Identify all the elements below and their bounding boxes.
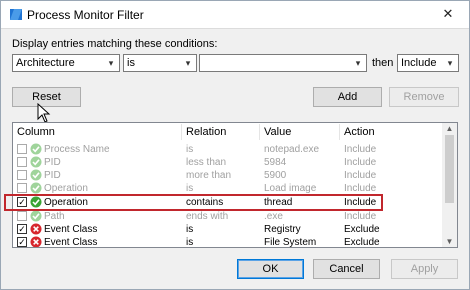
list-header: Column Relation Value Action (13, 123, 443, 141)
row-column: Path (44, 211, 65, 222)
row-relation: is (186, 224, 194, 235)
row-action: Exclude (344, 224, 380, 235)
row-checkbox-checked[interactable]: ✓ (17, 197, 27, 207)
row-value: .exe (264, 211, 283, 222)
column-dropdown[interactable]: Architecture ▾ (12, 54, 120, 72)
row-column: Operation (44, 183, 88, 194)
header-action[interactable]: Action (344, 126, 375, 138)
row-relation: more than (186, 170, 232, 181)
title-bar: Process Monitor Filter ✕ (1, 1, 469, 29)
row-action: Include (344, 183, 377, 194)
row-column: PID (44, 157, 61, 168)
action-dropdown-value: Include (401, 57, 437, 69)
row-value: File System (264, 237, 317, 248)
row-value: thread (264, 197, 293, 208)
row-checkbox-checked[interactable]: ✓ (17, 224, 27, 234)
chevron-down-icon: ▾ (355, 58, 361, 68)
row-value: Registry (264, 224, 301, 235)
table-row[interactable]: PID more than 5900 Include (13, 169, 443, 182)
add-button[interactable]: Add (313, 87, 382, 107)
row-checkbox[interactable] (17, 170, 27, 180)
chevron-down-icon: ▾ (108, 58, 114, 68)
cross-icon (30, 223, 42, 235)
table-row[interactable]: Operation is Load image Include (13, 182, 443, 195)
check-icon (30, 182, 42, 194)
row-value: 5984 (264, 157, 287, 168)
table-row[interactable]: ✓ Operation contains thread Include (13, 196, 443, 209)
window-title: Process Monitor Filter (27, 8, 144, 22)
row-value: 5900 (264, 170, 287, 181)
row-relation: less than (186, 157, 227, 168)
scrollbar-thumb[interactable] (445, 135, 454, 203)
row-relation: is (186, 183, 194, 194)
table-row[interactable]: Path ends with .exe Include (13, 210, 443, 223)
row-relation: is (186, 237, 194, 248)
table-row[interactable]: Process Name is notepad.exe Include (13, 143, 443, 156)
close-button[interactable]: ✕ (433, 3, 463, 25)
row-column: Event Class (44, 237, 98, 248)
row-checkbox[interactable] (17, 211, 27, 221)
check-icon (30, 169, 42, 181)
row-checkbox-checked[interactable]: ✓ (17, 237, 27, 247)
chevron-down-icon: ▾ (185, 58, 191, 68)
row-column: Process Name (44, 144, 110, 155)
row-action: Include (344, 211, 377, 222)
row-relation: ends with (186, 211, 229, 222)
check-icon (30, 196, 42, 208)
chevron-down-icon: ▾ (447, 58, 453, 68)
relation-dropdown[interactable]: is ▾ (123, 54, 197, 72)
row-action: Include (344, 157, 377, 168)
row-action: Include (344, 170, 377, 181)
check-icon (30, 143, 42, 155)
process-monitor-app-icon (10, 9, 22, 20)
ok-button[interactable]: OK (237, 259, 304, 279)
header-column[interactable]: Column (17, 126, 55, 138)
check-icon (30, 156, 42, 168)
row-relation: is (186, 144, 194, 155)
value-combobox[interactable]: ▾ (199, 54, 367, 72)
apply-button[interactable]: Apply (391, 259, 458, 279)
row-column: Event Class (44, 224, 98, 235)
row-checkbox[interactable] (17, 144, 27, 154)
action-dropdown[interactable]: Include ▾ (397, 54, 459, 72)
vertical-scrollbar[interactable]: ▲ ▼ (442, 123, 457, 247)
row-value: notepad.exe (264, 144, 320, 155)
relation-dropdown-value: is (127, 57, 135, 69)
row-relation: contains (186, 197, 224, 208)
header-value[interactable]: Value (264, 126, 291, 138)
check-icon (30, 210, 42, 222)
table-row[interactable]: ✓ Event Class is Registry Exclude (13, 223, 443, 236)
row-checkbox[interactable] (17, 183, 27, 193)
row-column: PID (44, 170, 61, 181)
table-row[interactable]: PID less than 5984 Include (13, 156, 443, 169)
header-relation[interactable]: Relation (186, 126, 226, 138)
cross-icon (30, 236, 42, 247)
then-label: then (372, 57, 394, 69)
row-action: Include (344, 144, 377, 155)
row-value: Load image (264, 183, 317, 194)
row-column: Operation (44, 197, 88, 208)
column-dropdown-value: Architecture (16, 57, 75, 69)
filter-dialog: Process Monitor Filter ✕ Display entries… (0, 0, 470, 290)
row-action: Exclude (344, 237, 380, 248)
table-row[interactable]: ✓ Event Class is File System Exclude (13, 236, 443, 248)
conditions-label: Display entries matching these condition… (12, 38, 218, 50)
row-checkbox[interactable] (17, 157, 27, 167)
cancel-button[interactable]: Cancel (313, 259, 380, 279)
mouse-cursor-icon (37, 103, 51, 123)
remove-button[interactable]: Remove (389, 87, 459, 107)
scroll-up-icon[interactable]: ▲ (442, 123, 457, 134)
row-action: Include (344, 197, 377, 208)
scroll-down-icon[interactable]: ▼ (442, 236, 457, 247)
filter-list[interactable]: Column Relation Value Action Process Nam… (12, 122, 458, 248)
